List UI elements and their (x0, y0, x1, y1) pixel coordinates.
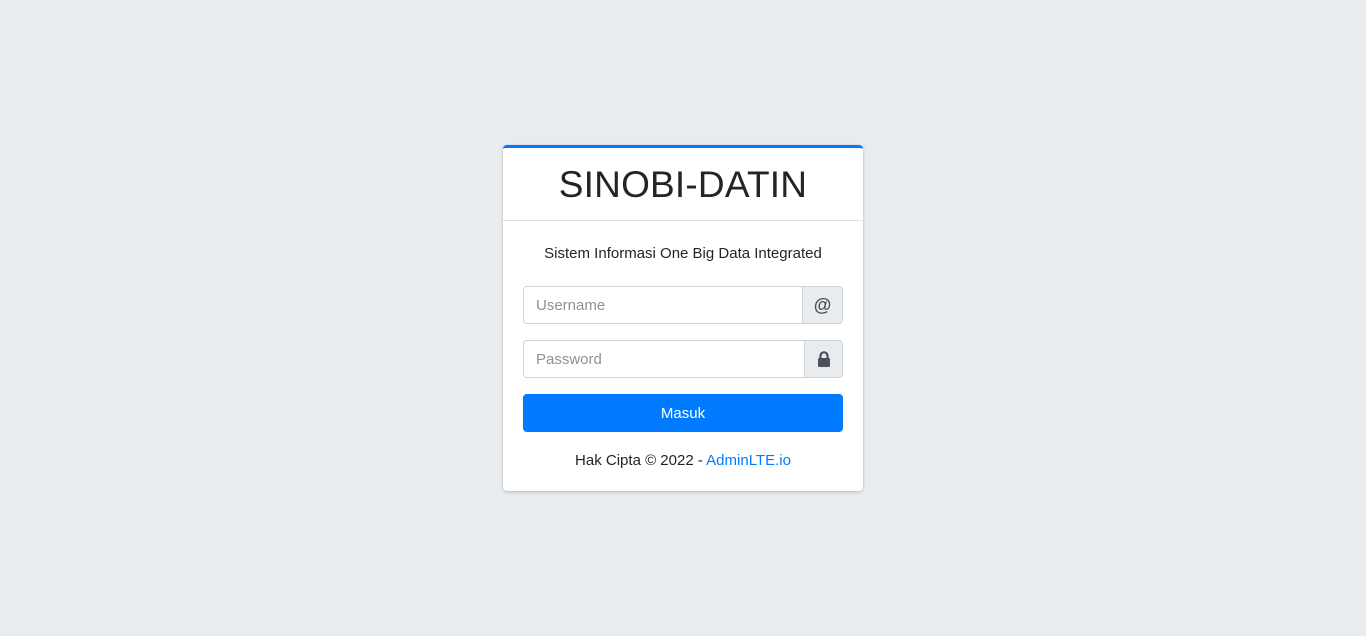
card-body: Sistem Informasi One Big Data Integrated… (503, 221, 863, 471)
login-card: SINOBI-DATIN Sistem Informasi One Big Da… (503, 145, 863, 491)
password-input[interactable] (523, 340, 804, 378)
brand-title[interactable]: SINOBI-DATIN (559, 164, 807, 206)
login-form: @ Masuk (523, 286, 843, 432)
login-subtitle: Sistem Informasi One Big Data Integrated (544, 245, 822, 262)
username-input[interactable] (523, 286, 802, 324)
password-addon (804, 340, 843, 378)
adminlte-link[interactable]: AdminLTE.io (706, 452, 791, 469)
password-group (523, 340, 843, 378)
copyright-text: Hak Cipta © 2022 - (575, 452, 707, 469)
lock-icon (817, 351, 830, 367)
username-group: @ (523, 286, 843, 324)
card-header: SINOBI-DATIN (503, 148, 863, 221)
username-addon: @ (802, 286, 843, 324)
at-icon: @ (813, 295, 832, 315)
copyright-footer: Hak Cipta © 2022 - AdminLTE.io (523, 451, 843, 471)
login-submit-button[interactable]: Masuk (523, 394, 843, 432)
